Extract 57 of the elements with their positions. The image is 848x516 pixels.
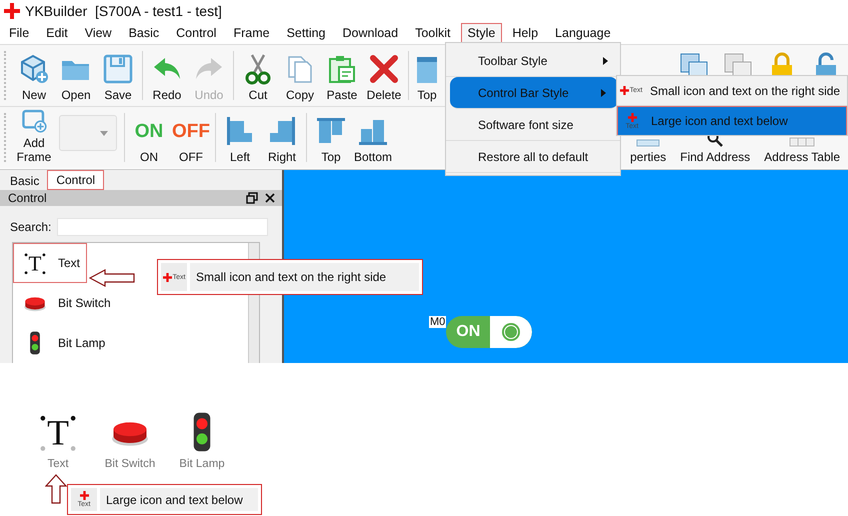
menu-entry[interactable]: Control Bar Style (450, 77, 618, 109)
toolbar-button[interactable]: Bottom (352, 107, 394, 168)
toolbar-button[interactable]: Paste (321, 45, 363, 106)
control-label: Bit Switch (104, 458, 156, 470)
panel-tab[interactable]: Basic (2, 172, 48, 190)
address-label: M0 (429, 316, 446, 328)
menu-item[interactable]: Control (169, 23, 224, 43)
x-mark-icon (368, 53, 400, 85)
menu-item[interactable]: Download (336, 23, 406, 43)
clipboard-icon (326, 53, 358, 85)
menu-item[interactable]: Basic (122, 23, 166, 43)
toolbar-button[interactable]: ON ON (128, 107, 170, 168)
cube-plus-icon (18, 53, 50, 85)
panel-title: Control (8, 191, 47, 205)
control-label: Bit Lamp (179, 458, 225, 470)
toolbar-button[interactable]: Right (261, 107, 303, 168)
menu-item[interactable]: Style (460, 23, 502, 43)
menu-item[interactable]: Help (505, 23, 546, 43)
menu-item[interactable]: Language (548, 23, 618, 43)
menu-item[interactable]: Toolkit (408, 23, 458, 43)
toolbar-button[interactable]: Cut (237, 45, 279, 106)
menu-entry[interactable]: Restore all to default (446, 141, 620, 173)
toolbar-button[interactable]: Address Table (758, 137, 846, 168)
toolbar-button[interactable]: Delete (363, 45, 405, 106)
menu-item[interactable]: Frame (226, 23, 277, 43)
window-icon (636, 139, 660, 147)
control-list-item[interactable]: Bit Switch (13, 283, 118, 323)
toolbar-button[interactable]: OFF OFF (170, 107, 212, 168)
control-list-item[interactable]: Bit Lamp (13, 323, 112, 363)
toolbar-button[interactable]: Top (310, 107, 352, 168)
toolbar-button[interactable]: perties (624, 139, 672, 168)
menu-item[interactable]: View (78, 23, 119, 43)
menu-item[interactable]: Edit (39, 23, 75, 43)
caret-icon (100, 130, 108, 136)
menu-item[interactable]: File (2, 23, 36, 43)
toolbar-button[interactable]: Redo (146, 45, 188, 106)
cross-logo-icon (4, 3, 20, 19)
toolbar-button[interactable]: Top (412, 45, 442, 106)
hollow-arrow-icon (89, 268, 135, 288)
toolbar-button[interactable]: Add Frame (13, 107, 55, 168)
control-list-item[interactable]: T Text (13, 243, 88, 283)
callout-text: Small icon and text on the right side (190, 263, 419, 291)
search-field[interactable] (57, 218, 268, 236)
callout-text: Large icon and text below (100, 488, 258, 511)
menu-item[interactable]: Setting (280, 23, 332, 43)
control-label: Text (47, 458, 69, 470)
panel-tab[interactable]: Control (47, 170, 104, 190)
toolbar-button[interactable]: Left (219, 107, 261, 168)
window-title: YKBuilder [S700A - test1 - test] (25, 3, 222, 19)
toolbar-button[interactable]: Save (97, 45, 139, 106)
toolbar-button[interactable]: New (13, 45, 55, 106)
close-icon[interactable] (264, 192, 276, 204)
toolbar-button[interactable]: Copy (279, 45, 321, 106)
toolbar-button[interactable]: Open (55, 45, 97, 106)
float-window-icon[interactable] (246, 192, 258, 204)
dropdown-field[interactable] (59, 115, 117, 151)
search-label: Search: (10, 220, 52, 234)
